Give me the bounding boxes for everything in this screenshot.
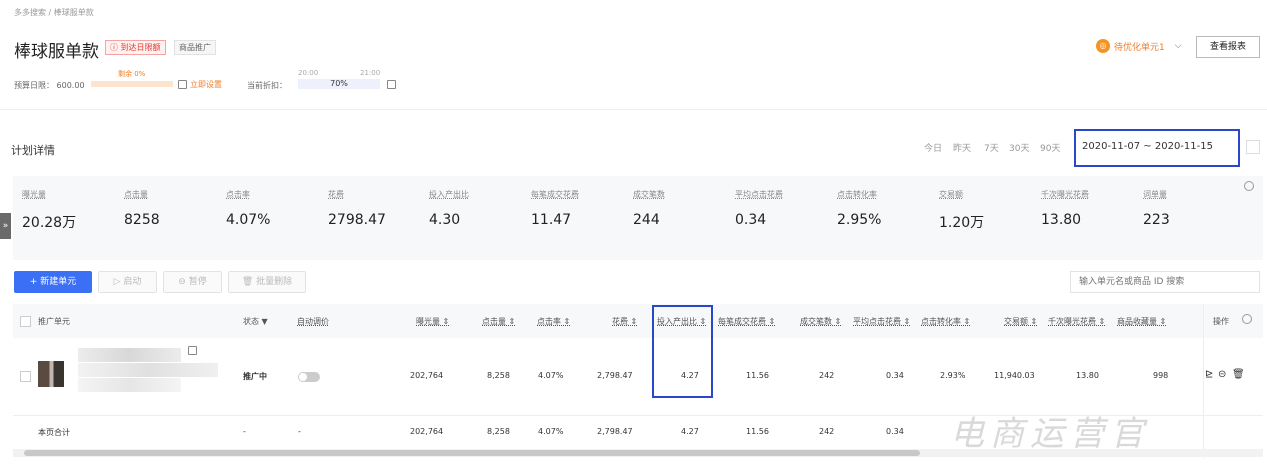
range-yesterday[interactable]: 昨天: [953, 141, 971, 154]
calendar-icon[interactable]: [1246, 140, 1260, 154]
ops-fixed-column: [1203, 304, 1263, 459]
total-ctr: 4.07%: [538, 427, 564, 436]
metric-clicks: 点击量 8258: [124, 190, 160, 228]
total-cost-per-order: 11.56: [746, 427, 769, 436]
total-orders: 242: [819, 427, 835, 436]
cell-orders: 242: [819, 371, 835, 380]
col-unit: 推广单元: [38, 317, 70, 326]
row-divider: [13, 415, 1263, 416]
unit-search-input[interactable]: [1070, 271, 1260, 293]
optimize-label: 待优化单元1: [1114, 42, 1165, 53]
total-cpc: 0.34: [886, 427, 904, 436]
metric-cpm: 千次曝光花费 13.80: [1041, 190, 1089, 228]
discount-label: 当前折扣：: [247, 81, 287, 90]
cell-ctr: 4.07%: [538, 371, 564, 380]
metric-roi: 投入产出比 4.30: [429, 190, 469, 228]
optimize-dropdown[interactable]: ◎ 待优化单元1 ⌵: [1096, 37, 1182, 55]
date-range-picker[interactable]: 2020-11-07 ~ 2020-11-15: [1074, 129, 1240, 167]
cell-cpc: 0.34: [886, 371, 904, 380]
view-report-button[interactable]: 查看报表: [1196, 36, 1260, 58]
breadcrumb[interactable]: 多多搜索 / 棒球服单款: [14, 7, 94, 18]
chevron-down-icon: ⌵: [1174, 41, 1182, 51]
total-cost: 2,798.47: [597, 427, 633, 436]
col-clicks[interactable]: 点击量 ⇕: [482, 316, 515, 327]
col-cpm[interactable]: 千次曝光花费 ⇕: [1048, 316, 1105, 327]
unit-id-redacted: [78, 378, 181, 392]
pause-button[interactable]: ⊖ 暂停: [163, 271, 222, 293]
promotion-type-badge: 商品推广: [174, 40, 216, 55]
range-90d[interactable]: 90天: [1040, 141, 1060, 154]
row-checkbox[interactable]: [20, 371, 31, 382]
metric-cpc: 平均点击花费 0.34: [735, 190, 783, 228]
limit-reached-badge: ⓘ 到达日限额: [105, 40, 166, 55]
time-start: 20:00: [298, 69, 319, 77]
settings-icon[interactable]: [1244, 181, 1254, 191]
range-7d[interactable]: 7天: [984, 141, 999, 154]
total-roi: 4.27: [681, 427, 699, 436]
batch-delete-button[interactable]: 🗑 批量删除: [228, 271, 306, 293]
plan-details-title: 计划详情: [11, 144, 55, 157]
col-impressions[interactable]: 曝光量 ⇕: [416, 316, 449, 327]
unit-info-redacted: [78, 363, 218, 377]
page-title: 棒球服单款: [14, 42, 99, 62]
discount-bar: 70%: [298, 79, 380, 89]
total-auto: -: [298, 427, 301, 436]
roi-column-highlight: [652, 305, 713, 398]
col-orders[interactable]: 成交笔数 ⇕: [800, 316, 841, 327]
set-now-link[interactable]: 立即设置: [190, 79, 222, 90]
metric-gmv: 交易额 1.20万: [939, 190, 985, 231]
col-ctr[interactable]: 点击率 ⇕: [537, 316, 570, 327]
col-favorites[interactable]: 商品收藏量 ⇕: [1117, 316, 1166, 327]
select-all-checkbox[interactable]: [20, 316, 31, 327]
new-unit-button[interactable]: + 新建单元: [14, 271, 92, 293]
cell-cost-per-order: 11.56: [746, 371, 769, 380]
total-clicks: 8,258: [487, 427, 510, 436]
metric-cost-per-order: 每笔成交花费 11.47: [531, 190, 579, 228]
unit-name-redacted: [78, 348, 181, 362]
expand-sidebar-button[interactable]: »: [0, 213, 11, 239]
total-label: 本页合计: [38, 428, 70, 437]
product-thumbnail[interactable]: [38, 361, 64, 387]
edit-unit-icon[interactable]: [188, 346, 197, 355]
total-status: -: [243, 427, 246, 436]
time-end: 21:00: [360, 69, 381, 77]
edit-icon: [178, 80, 187, 89]
metric-impressions: 曝光量 20.28万: [22, 190, 77, 231]
col-auto-price: 自动调价: [297, 317, 329, 326]
budget-progress-bar: [91, 81, 173, 87]
col-cpc[interactable]: 平均点击花费 ⇕: [853, 316, 910, 327]
metric-orders: 成交笔数 244: [633, 190, 665, 228]
budget-remain: 剩余 0%: [118, 70, 146, 78]
header-divider: [0, 109, 1267, 110]
cell-cost: 2,798.47: [597, 371, 633, 380]
metric-ctr: 点击率 4.07%: [226, 190, 271, 228]
budget-label: 预算日限： 600.00: [14, 81, 85, 90]
cell-cvr: 2.93%: [940, 371, 966, 380]
cell-cpm: 13.80: [1076, 371, 1099, 380]
cell-clicks: 8,258: [487, 371, 510, 380]
cell-favorites: 998: [1153, 371, 1169, 380]
col-cvr[interactable]: 点击转化率 ⇕: [921, 316, 970, 327]
metric-cost: 花费 2798.47: [328, 190, 386, 228]
range-30d[interactable]: 30天: [1009, 141, 1029, 154]
edit-discount-icon[interactable]: [387, 80, 396, 89]
target-icon: ◎: [1096, 39, 1110, 53]
metric-order-volume: 词单量 223: [1143, 190, 1170, 228]
col-status[interactable]: 状态 ▼: [243, 316, 268, 327]
metric-cvr: 点击转化率 2.95%: [837, 190, 882, 228]
total-impressions: 202,764: [410, 427, 444, 436]
scrollbar-thumb[interactable]: [24, 450, 920, 456]
col-gmv[interactable]: 交易额 ⇕: [1004, 316, 1037, 327]
col-cost-per-order[interactable]: 每笔成交花费 ⇕: [718, 316, 775, 327]
auto-price-toggle[interactable]: [298, 372, 320, 382]
range-today[interactable]: 今日: [924, 141, 942, 154]
status-value: 推广中: [243, 372, 267, 381]
col-cost[interactable]: 花费 ⇕: [612, 316, 637, 327]
cell-impressions: 202,764: [410, 371, 444, 380]
start-button[interactable]: ▷ 启动: [98, 271, 157, 293]
cell-gmv: 11,940.03: [994, 371, 1035, 380]
